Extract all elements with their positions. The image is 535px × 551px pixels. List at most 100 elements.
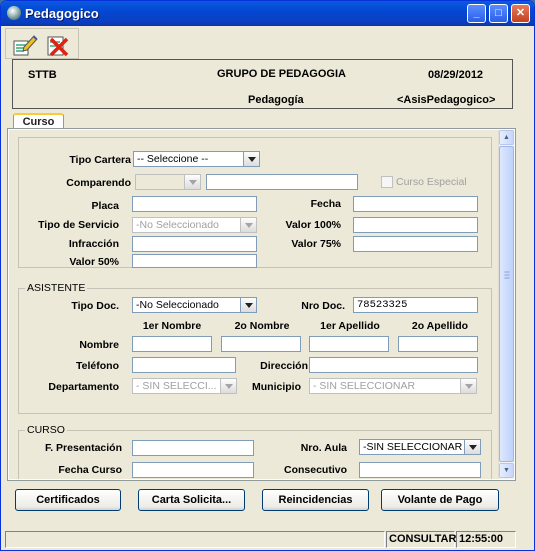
toolbar	[5, 28, 79, 59]
volante-de-pago-button[interactable]: Volante de Pago	[381, 489, 499, 511]
comparendo-field[interactable]	[206, 174, 358, 190]
primer-nombre-field[interactable]	[132, 336, 212, 352]
direccion-label: Dirección	[260, 360, 308, 372]
close-button[interactable]: ✕	[511, 4, 530, 23]
carta-solicita-button[interactable]: Carta Solicita...	[138, 489, 245, 511]
tipo-doc-value: -No Seleccionado	[136, 299, 219, 311]
placa-field[interactable]	[132, 196, 257, 212]
main-window: Pedagogico _ □ ✕ STTB GRUPO DE PEDAGOGIA…	[0, 0, 535, 551]
col-header-2o-nombre: 2o Nombre	[234, 320, 290, 332]
valor75-field[interactable]	[353, 236, 478, 252]
departamento-label: Departamento	[48, 381, 119, 393]
edit-icon	[13, 35, 38, 56]
fecha-curso-label: Fecha Curso	[58, 464, 122, 476]
chevron-down-icon[interactable]	[184, 175, 200, 189]
placa-label: Placa	[91, 200, 119, 212]
valor100-field[interactable]	[353, 217, 478, 233]
header-panel: STTB GRUPO DE PEDAGOGIA 08/29/2012 Pedag…	[12, 59, 513, 109]
nombre-label: Nombre	[79, 339, 119, 351]
chevron-down-icon[interactable]	[243, 152, 259, 166]
valor100-label: Valor 100%	[285, 219, 341, 231]
curso-legend: CURSO	[25, 424, 67, 436]
chevron-down-icon[interactable]	[464, 440, 480, 454]
tipo-servicio-label: Tipo de Servicio	[38, 219, 119, 231]
vertical-scrollbar[interactable]: ▲ ═ ═ ═ ▼	[498, 130, 514, 479]
form-scroll-area: Tipo Cartera -- Seleccione -- Comparendo…	[9, 130, 499, 479]
status-time: 12:55:00	[456, 531, 516, 548]
infraccion-label: Infracción	[68, 238, 119, 250]
edit-tool-button[interactable]	[9, 31, 39, 57]
tipo-doc-select[interactable]: -No Seleccionado	[132, 297, 257, 313]
fecha-curso-field[interactable]	[132, 462, 254, 478]
curso-especial-checkbox[interactable]	[381, 176, 393, 188]
primer-apellido-field[interactable]	[309, 336, 389, 352]
nro-aula-select[interactable]: -SIN SELECCIONAR	[359, 439, 481, 455]
comparendo-label: Comparendo	[66, 177, 131, 189]
chevron-down-icon[interactable]	[240, 218, 256, 232]
window-title: Pedagogico	[25, 6, 99, 21]
tipo-servicio-select[interactable]: -No Seleccionado	[132, 217, 257, 233]
nro-aula-value: -SIN SELECCIONAR	[363, 441, 463, 453]
curso-group: CURSO F. Presentación Nro. Aula -SIN SEL…	[18, 424, 492, 479]
municipio-label: Municipio	[252, 381, 301, 393]
col-header-2o-apellido: 2o Apellido	[411, 320, 469, 332]
departamento-select[interactable]: - SIN SELECCI...	[132, 378, 237, 394]
cancel-tool-button[interactable]	[42, 31, 72, 57]
departamento-value: - SIN SELECCI...	[136, 380, 217, 392]
municipio-value: - SIN SELECCIONAR	[313, 380, 416, 392]
direccion-field[interactable]	[309, 357, 478, 373]
fecha-field[interactable]	[353, 196, 478, 212]
asistente-group: ASISTENTE Tipo Doc. -No Seleccionado Nro…	[18, 282, 492, 414]
scroll-thumb[interactable]: ═ ═ ═	[499, 146, 514, 462]
grip-icon: ═ ═ ═	[504, 269, 510, 282]
title-bar[interactable]: Pedagogico _ □ ✕	[1, 1, 534, 26]
nro-doc-label: Nro Doc.	[301, 300, 345, 312]
module-label: Pedagogía	[248, 94, 304, 106]
tipo-doc-label: Tipo Doc.	[71, 300, 119, 312]
segundo-nombre-field[interactable]	[221, 336, 301, 352]
col-header-1er-nombre: 1er Nombre	[142, 320, 202, 332]
tipo-servicio-value: -No Seleccionado	[136, 219, 219, 231]
status-mode: CONSULTAR	[386, 531, 456, 548]
tipo-cartera-value: -- Seleccione --	[137, 153, 209, 165]
scroll-down-icon[interactable]: ▼	[499, 463, 514, 478]
telefono-field[interactable]	[132, 357, 236, 373]
maximize-button[interactable]: □	[489, 4, 508, 23]
segundo-apellido-field[interactable]	[398, 336, 478, 352]
chevron-down-icon[interactable]	[460, 379, 476, 393]
app-icon	[7, 6, 21, 20]
reincidencias-button[interactable]: Reincidencias	[262, 489, 369, 511]
valor50-label: Valor 50%	[69, 256, 119, 268]
comparendo-select[interactable]	[135, 174, 201, 190]
telefono-label: Teléfono	[76, 360, 119, 372]
consecutivo-label: Consecutivo	[283, 464, 347, 476]
tipo-cartera-select[interactable]: -- Seleccione --	[133, 151, 260, 167]
valor50-field[interactable]	[132, 254, 257, 268]
nro-aula-label: Nro. Aula	[300, 442, 347, 454]
screen-label: <AsisPedagogico>	[397, 94, 496, 106]
f-presentacion-field[interactable]	[132, 440, 254, 456]
municipio-select[interactable]: - SIN SELECCIONAR	[309, 378, 477, 394]
consecutivo-field[interactable]	[359, 462, 481, 478]
date-label: 08/29/2012	[428, 69, 484, 81]
group-label: GRUPO DE PEDAGOGIA	[217, 68, 346, 80]
nro-doc-field[interactable]: 78523325	[353, 297, 478, 313]
fecha-label: Fecha	[310, 198, 341, 210]
tipo-cartera-label: Tipo Cartera	[69, 154, 131, 166]
org-label: STTB	[28, 69, 57, 81]
valor75-label: Valor 75%	[291, 238, 341, 250]
chevron-down-icon[interactable]	[240, 298, 256, 312]
certificados-button[interactable]: Certificados	[15, 489, 121, 511]
curso-especial-label: Curso Especial	[396, 176, 467, 188]
infraccion-field[interactable]	[132, 236, 257, 252]
chevron-down-icon[interactable]	[220, 379, 236, 393]
scroll-up-icon[interactable]: ▲	[499, 130, 514, 145]
cancel-icon	[47, 36, 69, 57]
col-header-1er-apellido: 1er Apellido	[320, 320, 380, 332]
status-message	[5, 531, 385, 548]
f-presentacion-label: F. Presentación	[44, 442, 122, 454]
tab-panel: Tipo Cartera -- Seleccione -- Comparendo…	[7, 128, 516, 481]
minimize-button[interactable]: _	[467, 4, 486, 23]
asistente-legend: ASISTENTE	[25, 282, 88, 294]
curso-general-group: Tipo Cartera -- Seleccione -- Comparendo…	[18, 137, 492, 268]
